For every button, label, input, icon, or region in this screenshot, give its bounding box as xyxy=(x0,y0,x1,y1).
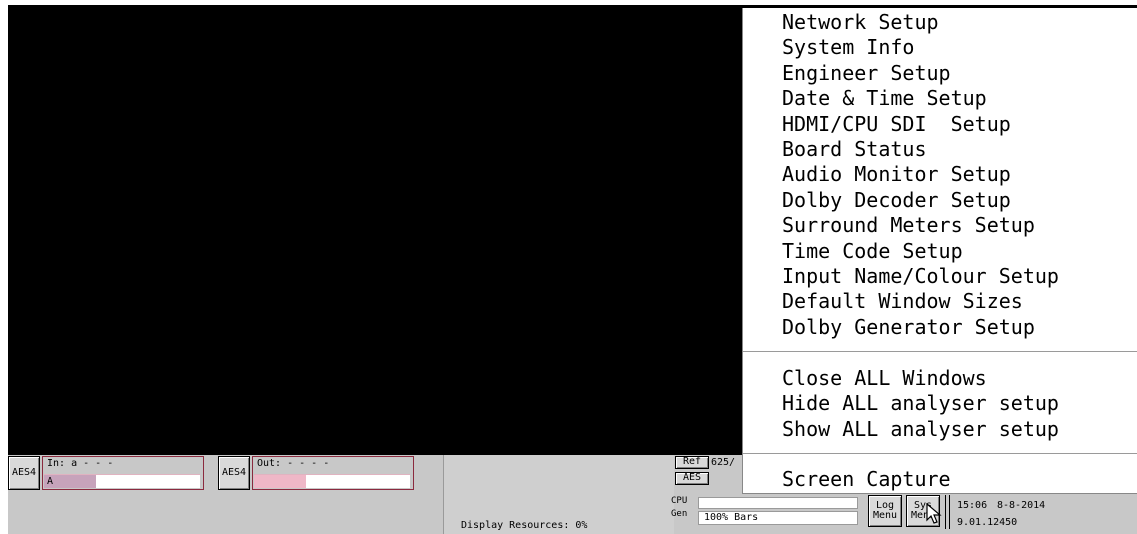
output-level-fill xyxy=(254,475,306,488)
menu-item-show-all-analyser-setup[interactable]: Show ALL analyser setup xyxy=(782,417,1059,442)
menu-item-network-setup[interactable]: Network Setup xyxy=(782,10,939,35)
sys-dropdown-menu: Network Setup System Info Engineer Setup… xyxy=(742,8,1137,494)
cpu-label: CPU xyxy=(671,496,688,506)
menu-item-surround-meters-setup[interactable]: Surround Meters Setup xyxy=(782,213,1035,238)
menu-item-dolby-generator-setup[interactable]: Dolby Generator Setup xyxy=(782,315,1035,340)
mouse-cursor-icon xyxy=(926,503,942,524)
gen-value: 100% Bars xyxy=(704,512,759,523)
log-menu-line2: Menu xyxy=(872,510,898,521)
input-label: In: a - - - xyxy=(47,458,114,469)
cpu-usage-bar xyxy=(698,497,858,509)
version-text: 9.01.12450 xyxy=(957,517,1018,528)
menu-item-dolby-decoder-setup[interactable]: Dolby Decoder Setup xyxy=(782,188,1011,213)
menu-item-screen-capture[interactable]: Screen Capture xyxy=(782,467,951,492)
gen-label: Gen xyxy=(671,509,688,519)
menu-item-date-time-setup[interactable]: Date & Time Setup xyxy=(782,86,987,111)
menu-separator xyxy=(743,351,1137,352)
menu-item-engineer-setup[interactable]: Engineer Setup xyxy=(782,61,951,86)
display-resources-panel: Display Resources: 0% xyxy=(443,455,674,534)
menu-item-close-all-windows[interactable]: Close ALL Windows xyxy=(782,366,987,391)
input-aes-button[interactable]: AES4 xyxy=(8,456,40,490)
clock-divider xyxy=(945,495,950,529)
input-meter: In: a - - - A xyxy=(42,456,204,490)
menu-item-board-status[interactable]: Board Status xyxy=(782,137,927,162)
output-level-bar xyxy=(254,474,410,488)
menu-item-system-info[interactable]: System Info xyxy=(782,35,914,60)
ref-button[interactable]: Ref xyxy=(675,456,709,469)
clock-date: 8-8-2014 xyxy=(997,500,1046,511)
aes-button[interactable]: AES xyxy=(675,472,709,485)
gen-field: 100% Bars xyxy=(698,511,858,525)
input-bar-tag: A xyxy=(47,476,54,487)
menu-item-hide-all-analyser-setup[interactable]: Hide ALL analyser setup xyxy=(782,391,1059,416)
menu-item-time-code-setup[interactable]: Time Code Setup xyxy=(782,239,963,264)
output-meter: Out: - - - - xyxy=(252,456,414,490)
clock-time: 15:06 xyxy=(957,500,988,511)
menu-item-input-name-colour-setup[interactable]: Input Name/Colour Setup xyxy=(782,264,1059,289)
output-label: Out: - - - - xyxy=(257,458,330,469)
menu-item-default-window-sizes[interactable]: Default Window Sizes xyxy=(782,289,1023,314)
display-resources-text: Display Resources: 0% xyxy=(461,520,588,531)
input-level-bar: A xyxy=(44,474,200,488)
menu-item-audio-monitor-setup[interactable]: Audio Monitor Setup xyxy=(782,162,1011,187)
menu-item-hdmi-cpu-sdi-setup[interactable]: HDMI/CPU SDI Setup xyxy=(782,112,1011,137)
log-menu-button[interactable]: Log Menu xyxy=(868,495,902,527)
ref-value: 625/ xyxy=(711,457,736,468)
output-aes-button[interactable]: AES4 xyxy=(218,456,250,490)
menu-separator xyxy=(743,453,1137,454)
